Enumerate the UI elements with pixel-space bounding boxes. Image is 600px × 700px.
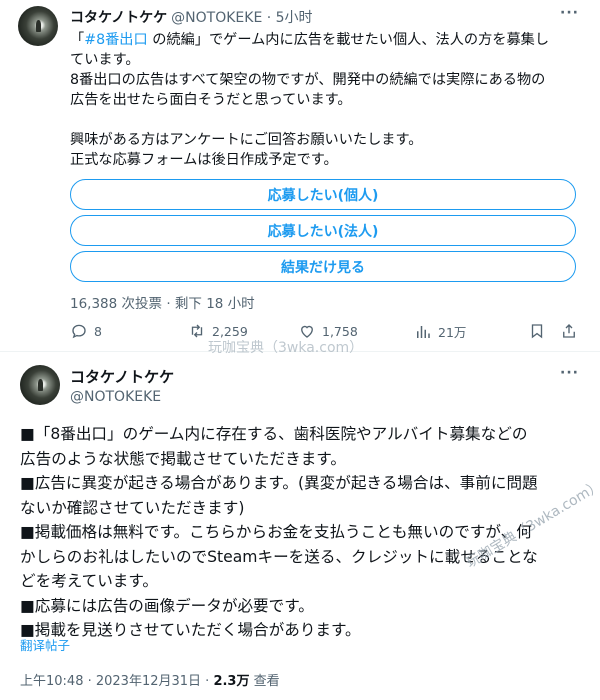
translate-post-link[interactable]: 翻译帖子 xyxy=(20,635,70,654)
views-chart-icon xyxy=(417,325,430,338)
avatar[interactable] xyxy=(20,365,60,405)
more-options-icon[interactable]: ··· xyxy=(560,365,579,381)
share-button[interactable] xyxy=(560,322,584,340)
tweet-text: 「#8番出口 の続編」でゲーム内に広告を載せたい個人、法人の方を募集し ています… xyxy=(70,30,590,170)
text-line: どを考えています。 xyxy=(20,572,159,590)
text-line: 興味がある方はアンケートにご回答お願いいたします。 xyxy=(70,132,423,148)
view-count: 2.3万 xyxy=(213,674,250,689)
text-line: 広告のような状態で掲載させていただきます。 xyxy=(20,449,346,468)
text-fragment: の続編」でゲーム内に広告を載せたい個人、法人の方を募集し xyxy=(147,32,550,48)
repost-icon xyxy=(191,324,203,338)
views-button[interactable]: 21万 xyxy=(414,322,466,341)
text-line: ■「8番出口」のゲーム内に存在する、歯科医院やアルバイト募集などの xyxy=(20,425,528,443)
text-line: ないか確認させていただきます) xyxy=(20,498,245,517)
poll-tweet: コタケノトケケ @NOTOKEKE · 5小时 ··· 「#8番出口 の続編」でゲ… xyxy=(0,0,600,356)
author-handle[interactable]: @NOTOKEKE xyxy=(70,389,161,405)
reply-count: 8 xyxy=(94,323,102,339)
poll-option-results-only[interactable]: 結果だけ見る xyxy=(70,251,576,282)
text-line: ■応募には広告の画像データが必要です。 xyxy=(20,596,314,615)
poll-info: 16,388 次投票 · 剩下 18 小时 xyxy=(70,296,255,312)
timestamp[interactable]: 上午10:48 · 2023年12月31日 · xyxy=(20,674,213,689)
text-line: 広告を出せたら面白そうだと思っています。 xyxy=(70,92,352,108)
share-icon xyxy=(563,324,575,338)
tweet-footer: 上午10:48 · 2023年12月31日 · 2.3万 查看 xyxy=(20,670,280,689)
text-line: 8番出口の広告はすべて架空の物ですが、開発中の続編では実際にある物の xyxy=(70,72,546,88)
text-line: ています。 xyxy=(70,52,140,68)
author-meta: @NOTOKEKE · 5小时 xyxy=(171,10,313,26)
hashtag-link[interactable]: #8番出口 xyxy=(84,32,147,48)
more-options-icon[interactable]: ··· xyxy=(560,5,579,21)
author-name[interactable]: コタケノトケケ xyxy=(70,10,167,26)
avatar[interactable] xyxy=(18,6,58,46)
tweet-header: コタケノトケケ @NOTOKEKE · 5小时 xyxy=(70,7,313,27)
reply-icon xyxy=(72,324,86,339)
poll-option-corporate[interactable]: 応募したい(法人) xyxy=(70,215,576,246)
text-line: ■広告に異変が起きる場合があります。(異変が起きる場合は、事前に問題 xyxy=(20,474,538,492)
poll-option-individual[interactable]: 応募したい(個人) xyxy=(70,179,576,210)
text-line: ■掲載を見送りさせていただく場合があります。 xyxy=(20,621,361,639)
reply-button[interactable]: 8 xyxy=(70,322,102,340)
bookmark-icon xyxy=(531,324,543,339)
views-count: 21万 xyxy=(438,325,467,340)
text-fragment: 「 xyxy=(70,32,85,48)
author-name[interactable]: コタケノトケケ xyxy=(70,366,174,387)
bookmark-button[interactable] xyxy=(528,322,552,340)
view-label: 查看 xyxy=(249,674,280,689)
text-line: 正式な応募フォームは後日作成予定です。 xyxy=(70,152,338,168)
